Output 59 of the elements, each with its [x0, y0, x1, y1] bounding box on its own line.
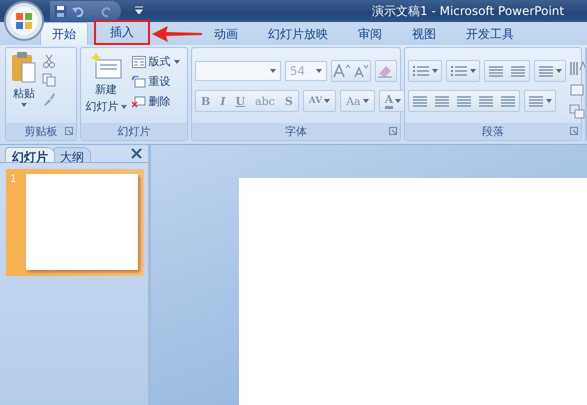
caret-icon: [21, 103, 27, 107]
caret-icon: [120, 104, 127, 108]
align-left-icon[interactable]: [412, 95, 428, 107]
caret-icon: [174, 60, 180, 64]
caret-icon: [470, 69, 476, 73]
caret-icon: [270, 69, 276, 73]
clear-format-button[interactable]: [375, 60, 397, 82]
copy-icon[interactable]: [42, 73, 56, 87]
delete-icon: [132, 96, 146, 108]
group-label: 幻灯片: [117, 125, 150, 138]
group-label: 字体: [285, 125, 307, 138]
office-button[interactable]: [3, 0, 45, 42]
slide-number: 1: [10, 174, 18, 187]
ribbon-tab[interactable]: 动画: [202, 22, 250, 45]
panel-tab[interactable]: 大纲: [53, 147, 91, 162]
caret-icon: [546, 99, 552, 103]
ribbon-tab[interactable]: 开始: [40, 22, 88, 45]
new-slide-icon: [90, 52, 122, 80]
ribbon-tab[interactable]: 开发工具: [454, 22, 526, 45]
caret-icon: [362, 99, 369, 103]
brush-icon[interactable]: [42, 92, 56, 106]
ribbon-tab[interactable]: 插入: [94, 20, 150, 45]
undo-icon[interactable]: [72, 5, 85, 17]
clipboard-icon: [11, 52, 37, 84]
slide-command[interactable]: 删除: [132, 94, 180, 109]
ribbon-tab[interactable]: 视图: [400, 22, 448, 45]
dialog-launcher-icon[interactable]: [389, 127, 397, 135]
arrow-icon: [152, 26, 202, 42]
customize-menu-icon[interactable]: [135, 6, 143, 14]
ribbon-tab[interactable]: 审阅: [346, 22, 394, 45]
dialog-launcher-icon[interactable]: [64, 127, 73, 135]
ribbon-tab[interactable]: 幻灯片放映: [256, 22, 340, 45]
group-label: 段落: [482, 125, 504, 138]
slide-command[interactable]: 版式: [132, 54, 180, 69]
line-spacing-icon[interactable]: [538, 65, 554, 77]
scissors-icon[interactable]: [42, 54, 56, 68]
caret-icon: [432, 69, 438, 73]
new-slide-button[interactable]: 新建 幻灯片: [86, 52, 127, 119]
panel-tab[interactable]: 幻灯片: [5, 147, 55, 162]
layout-icon: [132, 56, 146, 68]
caret-icon: [556, 69, 562, 73]
text-direction-icon[interactable]: [569, 60, 587, 76]
redo-icon[interactable]: [101, 5, 113, 17]
window-title: 演示文稿1 - Microsoft PowerPoint: [372, 3, 564, 20]
save-icon[interactable]: [54, 4, 67, 18]
grow-font-icon[interactable]: [332, 64, 352, 78]
numbering-icon[interactable]: [450, 65, 468, 77]
font-name-field[interactable]: [195, 61, 281, 81]
dialog-launcher-icon[interactable]: [570, 127, 578, 135]
caret-icon: [395, 99, 402, 103]
caret-icon: [324, 99, 330, 103]
close-icon[interactable]: [131, 148, 142, 159]
reset-icon: [132, 76, 146, 88]
caret-icon: [316, 69, 322, 73]
bullets-icon[interactable]: [412, 65, 430, 77]
group-label: 剪贴板: [24, 125, 58, 138]
paste-button[interactable]: 粘贴: [11, 52, 37, 119]
shrink-font-icon[interactable]: [352, 64, 370, 78]
slide-command[interactable]: 重设: [132, 74, 180, 89]
